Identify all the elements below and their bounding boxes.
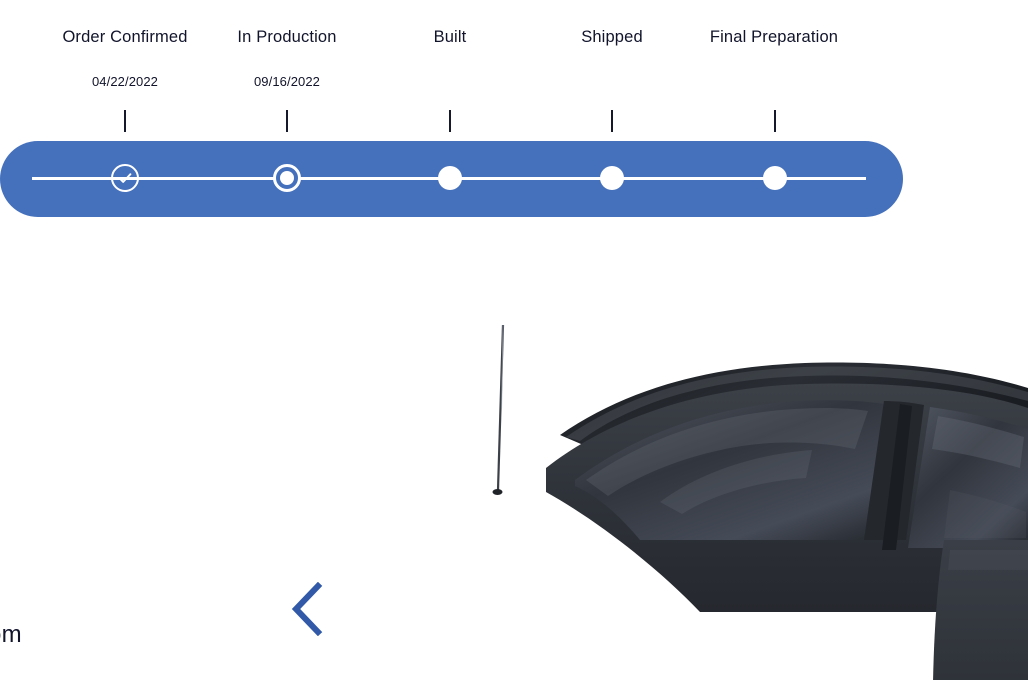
step-tick-built (449, 110, 451, 132)
progress-marker-shipped[interactable] (600, 166, 624, 190)
vehicle-image: F-150 LIGHTNING (0, 240, 1028, 680)
progress-marker-final-preparation[interactable] (763, 166, 787, 190)
order-progress-tracker: Order Confirmed 04/22/2022 In Production… (0, 0, 1028, 230)
step-tick-shipped (611, 110, 613, 132)
current-step-inner-dot (280, 171, 294, 185)
progress-bar-track (0, 141, 903, 217)
antenna-icon (492, 324, 505, 495)
ford-f150-lightning-render: F-150 LIGHTNING (492, 324, 1028, 680)
chevron-left-icon (291, 582, 323, 636)
step-column-final-preparation[interactable]: Final Preparation (674, 0, 874, 75)
progress-marker-built[interactable] (438, 166, 462, 190)
step-tick-final-preparation (774, 110, 776, 132)
step-title-final-preparation: Final Preparation (709, 28, 839, 46)
step-tick-in-production (286, 110, 288, 132)
gallery-prev-button[interactable] (288, 582, 324, 636)
progress-marker-in-production[interactable] (273, 164, 301, 192)
check-icon (118, 173, 132, 183)
step-tick-order-confirmed (124, 110, 126, 132)
progress-marker-order-confirmed[interactable] (111, 164, 139, 192)
step-date-in-production: 09/16/2022 (253, 73, 321, 89)
step-label-row: Order Confirmed 04/22/2022 In Production… (0, 0, 903, 100)
